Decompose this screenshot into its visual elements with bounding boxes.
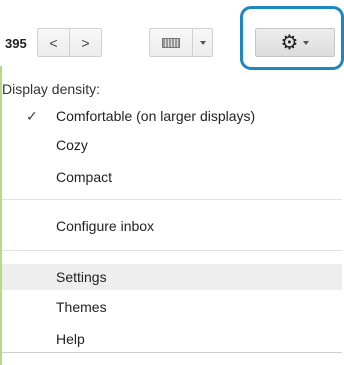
help-item[interactable]: Help <box>2 326 342 352</box>
toolbar: 395 < > ⚙ <box>0 0 344 70</box>
input-tools-dropdown[interactable] <box>192 28 213 57</box>
check-icon: ✓ <box>26 108 38 124</box>
page: 395 < > ⚙ Display density: ✓ Comfortable… <box>0 0 344 365</box>
settings-menu: Display density: ✓ Comfortable (on large… <box>2 70 342 353</box>
menu-divider <box>2 250 342 251</box>
display-density-heading: Display density: <box>2 76 342 102</box>
menu-divider <box>2 199 342 200</box>
density-compact-option[interactable]: Compact <box>2 164 342 190</box>
settings-label: Settings <box>56 269 107 285</box>
density-comfortable-option[interactable]: ✓ Comfortable (on larger displays) <box>2 103 342 129</box>
message-count: 395 <box>5 36 27 51</box>
density-comfortable-label: Comfortable (on larger displays) <box>56 108 256 124</box>
keyboard-icon <box>162 37 180 48</box>
configure-inbox-label: Configure inbox <box>56 218 155 234</box>
input-tools-button[interactable] <box>149 28 193 57</box>
themes-item[interactable]: Themes <box>2 294 342 320</box>
density-cozy-label: Cozy <box>56 137 88 153</box>
chevron-right-icon: > <box>81 34 90 51</box>
chevron-down-icon <box>199 40 206 45</box>
older-button[interactable]: > <box>69 28 102 57</box>
density-cozy-option[interactable]: Cozy <box>2 132 342 158</box>
configure-inbox-item[interactable]: Configure inbox <box>2 213 342 239</box>
help-label: Help <box>56 331 85 347</box>
density-compact-label: Compact <box>56 169 113 185</box>
chevron-left-icon: < <box>49 34 58 51</box>
display-density-heading-label: Display density: <box>2 81 101 97</box>
settings-item[interactable]: Settings <box>2 264 342 290</box>
themes-label: Themes <box>56 299 107 315</box>
newer-button[interactable]: < <box>37 28 70 57</box>
settings-highlight-outline <box>240 6 344 70</box>
